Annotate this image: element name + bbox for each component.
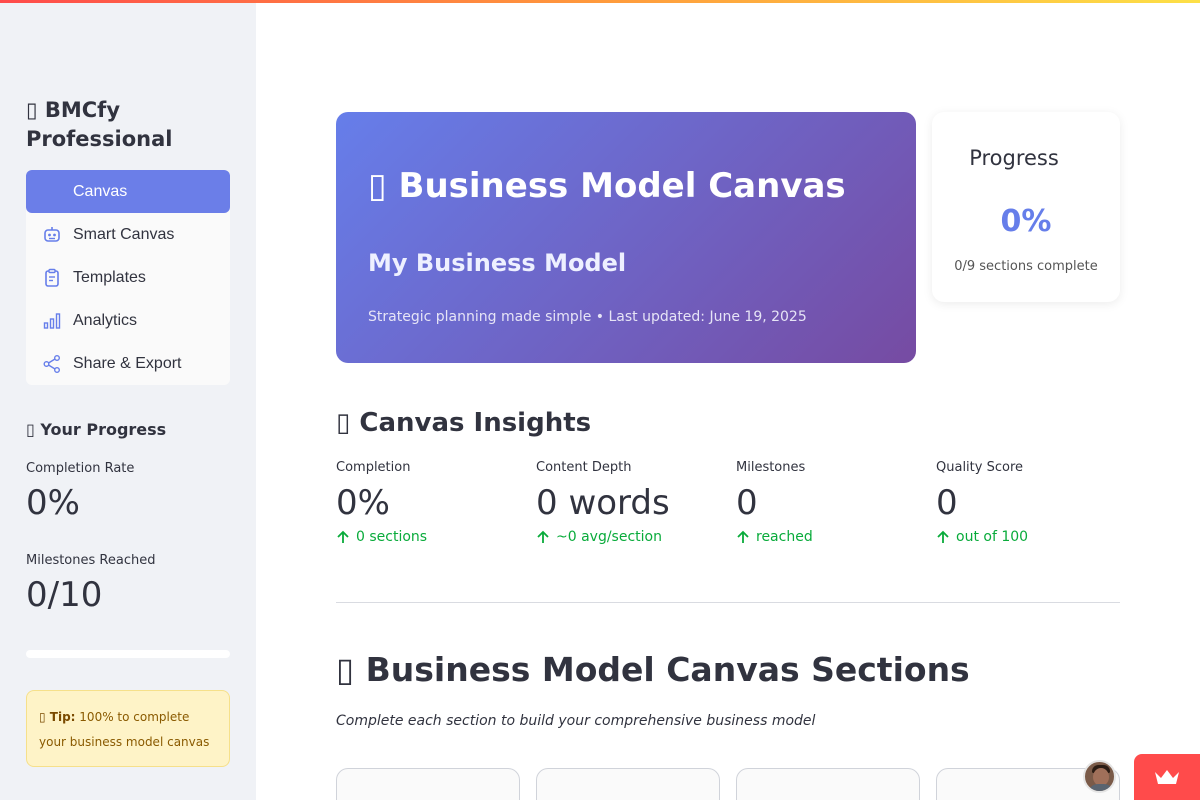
- metric-label: Content Depth: [536, 460, 632, 475]
- section-card[interactable]: [536, 768, 720, 800]
- metric-value: 0: [936, 483, 958, 523]
- nav-label-smart-canvas: Smart Canvas: [73, 225, 175, 243]
- crown-icon: [1155, 770, 1179, 784]
- user-avatar[interactable]: [1083, 760, 1116, 793]
- metric-completion: Completion 0% 0 sections: [336, 460, 526, 545]
- robot-icon: [41, 224, 63, 246]
- app-brand: ▯ BMCfy Professional: [26, 96, 226, 154]
- bar-chart-icon: [41, 310, 63, 332]
- completion-rate-label: Completion Rate: [26, 461, 135, 476]
- section-card[interactable]: [736, 768, 920, 800]
- arrow-up-icon: [537, 530, 549, 543]
- hero-title: ▯ Business Model Canvas: [368, 166, 846, 206]
- metric-delta: 0 sections: [336, 529, 526, 545]
- brand-line-1: ▯ BMCfy: [26, 98, 121, 122]
- metric-delta-text: ~0 avg/section: [556, 529, 662, 545]
- nav-item-templates[interactable]: Templates: [26, 256, 230, 299]
- arrow-up-icon: [737, 530, 749, 543]
- arrow-up-icon: [337, 530, 349, 543]
- progress-card-value: 0%: [1000, 204, 1052, 239]
- nav-label-templates: Templates: [73, 268, 146, 286]
- metric-delta-text: 0 sections: [356, 529, 428, 545]
- hero-subtitle: My Business Model: [368, 249, 627, 277]
- sidebar-progress-bar: [26, 650, 230, 658]
- progress-card: Progress 0% 0/9 sections complete: [932, 112, 1120, 302]
- metric-value: 0%: [336, 483, 390, 523]
- nav-label-share-export: Share & Export: [73, 354, 182, 372]
- top-decoration-stripe: [0, 0, 1200, 3]
- clipboard-icon: [41, 267, 63, 289]
- metric-milestones: Milestones 0 reached: [736, 460, 926, 545]
- metric-delta-text: out of 100: [956, 529, 1029, 545]
- canvas-sections-subtitle: Complete each section to build your comp…: [336, 713, 816, 729]
- brand-line-2: Professional: [26, 127, 173, 151]
- section-divider: [336, 602, 1120, 603]
- canvas-sections-heading: ▯ Business Model Canvas Sections: [336, 650, 970, 689]
- canvas-icon: [41, 181, 63, 203]
- metric-value: 0: [736, 483, 758, 523]
- metric-label: Completion: [336, 460, 411, 475]
- nav-label-canvas: Canvas: [73, 182, 128, 200]
- progress-card-title: Progress: [969, 146, 1059, 170]
- hero-tagline: Strategic planning made simple • Last up…: [368, 309, 807, 325]
- sidebar: ▯ BMCfy Professional Canvas Smart Canvas…: [0, 0, 256, 800]
- tip-prefix: ▯ Tip:: [39, 710, 76, 724]
- your-progress-heading: ▯ Your Progress: [26, 420, 167, 439]
- nav-item-canvas[interactable]: Canvas: [26, 170, 230, 213]
- metric-value: 0 words: [536, 483, 670, 523]
- hero-banner: ▯ Business Model Canvas My Business Mode…: [336, 112, 916, 363]
- arrow-up-icon: [937, 530, 949, 543]
- nav-item-analytics[interactable]: Analytics: [26, 299, 230, 342]
- section-card[interactable]: [336, 768, 520, 800]
- share-icon: [41, 353, 63, 375]
- tip-box: ▯ Tip: 100% to complete your business mo…: [26, 690, 230, 767]
- canvas-insights-heading: ▯ Canvas Insights: [336, 408, 592, 438]
- nav-item-share-export[interactable]: Share & Export: [26, 342, 230, 385]
- nav-label-analytics: Analytics: [73, 311, 138, 329]
- metric-quality-score: Quality Score 0 out of 100: [936, 460, 1126, 545]
- completion-rate-value: 0%: [26, 483, 80, 523]
- metric-delta: out of 100: [936, 529, 1126, 545]
- metric-content-depth: Content Depth 0 words ~0 avg/section: [536, 460, 726, 545]
- milestones-label: Milestones Reached: [26, 553, 156, 568]
- nav-item-smart-canvas[interactable]: Smart Canvas: [26, 213, 230, 256]
- metric-label: Milestones: [736, 460, 806, 475]
- metric-delta-text: reached: [756, 529, 813, 545]
- milestones-value: 0/10: [26, 575, 103, 615]
- metric-delta: ~0 avg/section: [536, 529, 726, 545]
- streamlit-badge-button[interactable]: [1134, 754, 1200, 800]
- progress-card-sub: 0/9 sections complete: [954, 259, 1098, 274]
- metric-label: Quality Score: [936, 460, 1023, 475]
- metric-delta: reached: [736, 529, 926, 545]
- sidebar-nav: Canvas Smart Canvas Templates Analytics …: [26, 170, 230, 385]
